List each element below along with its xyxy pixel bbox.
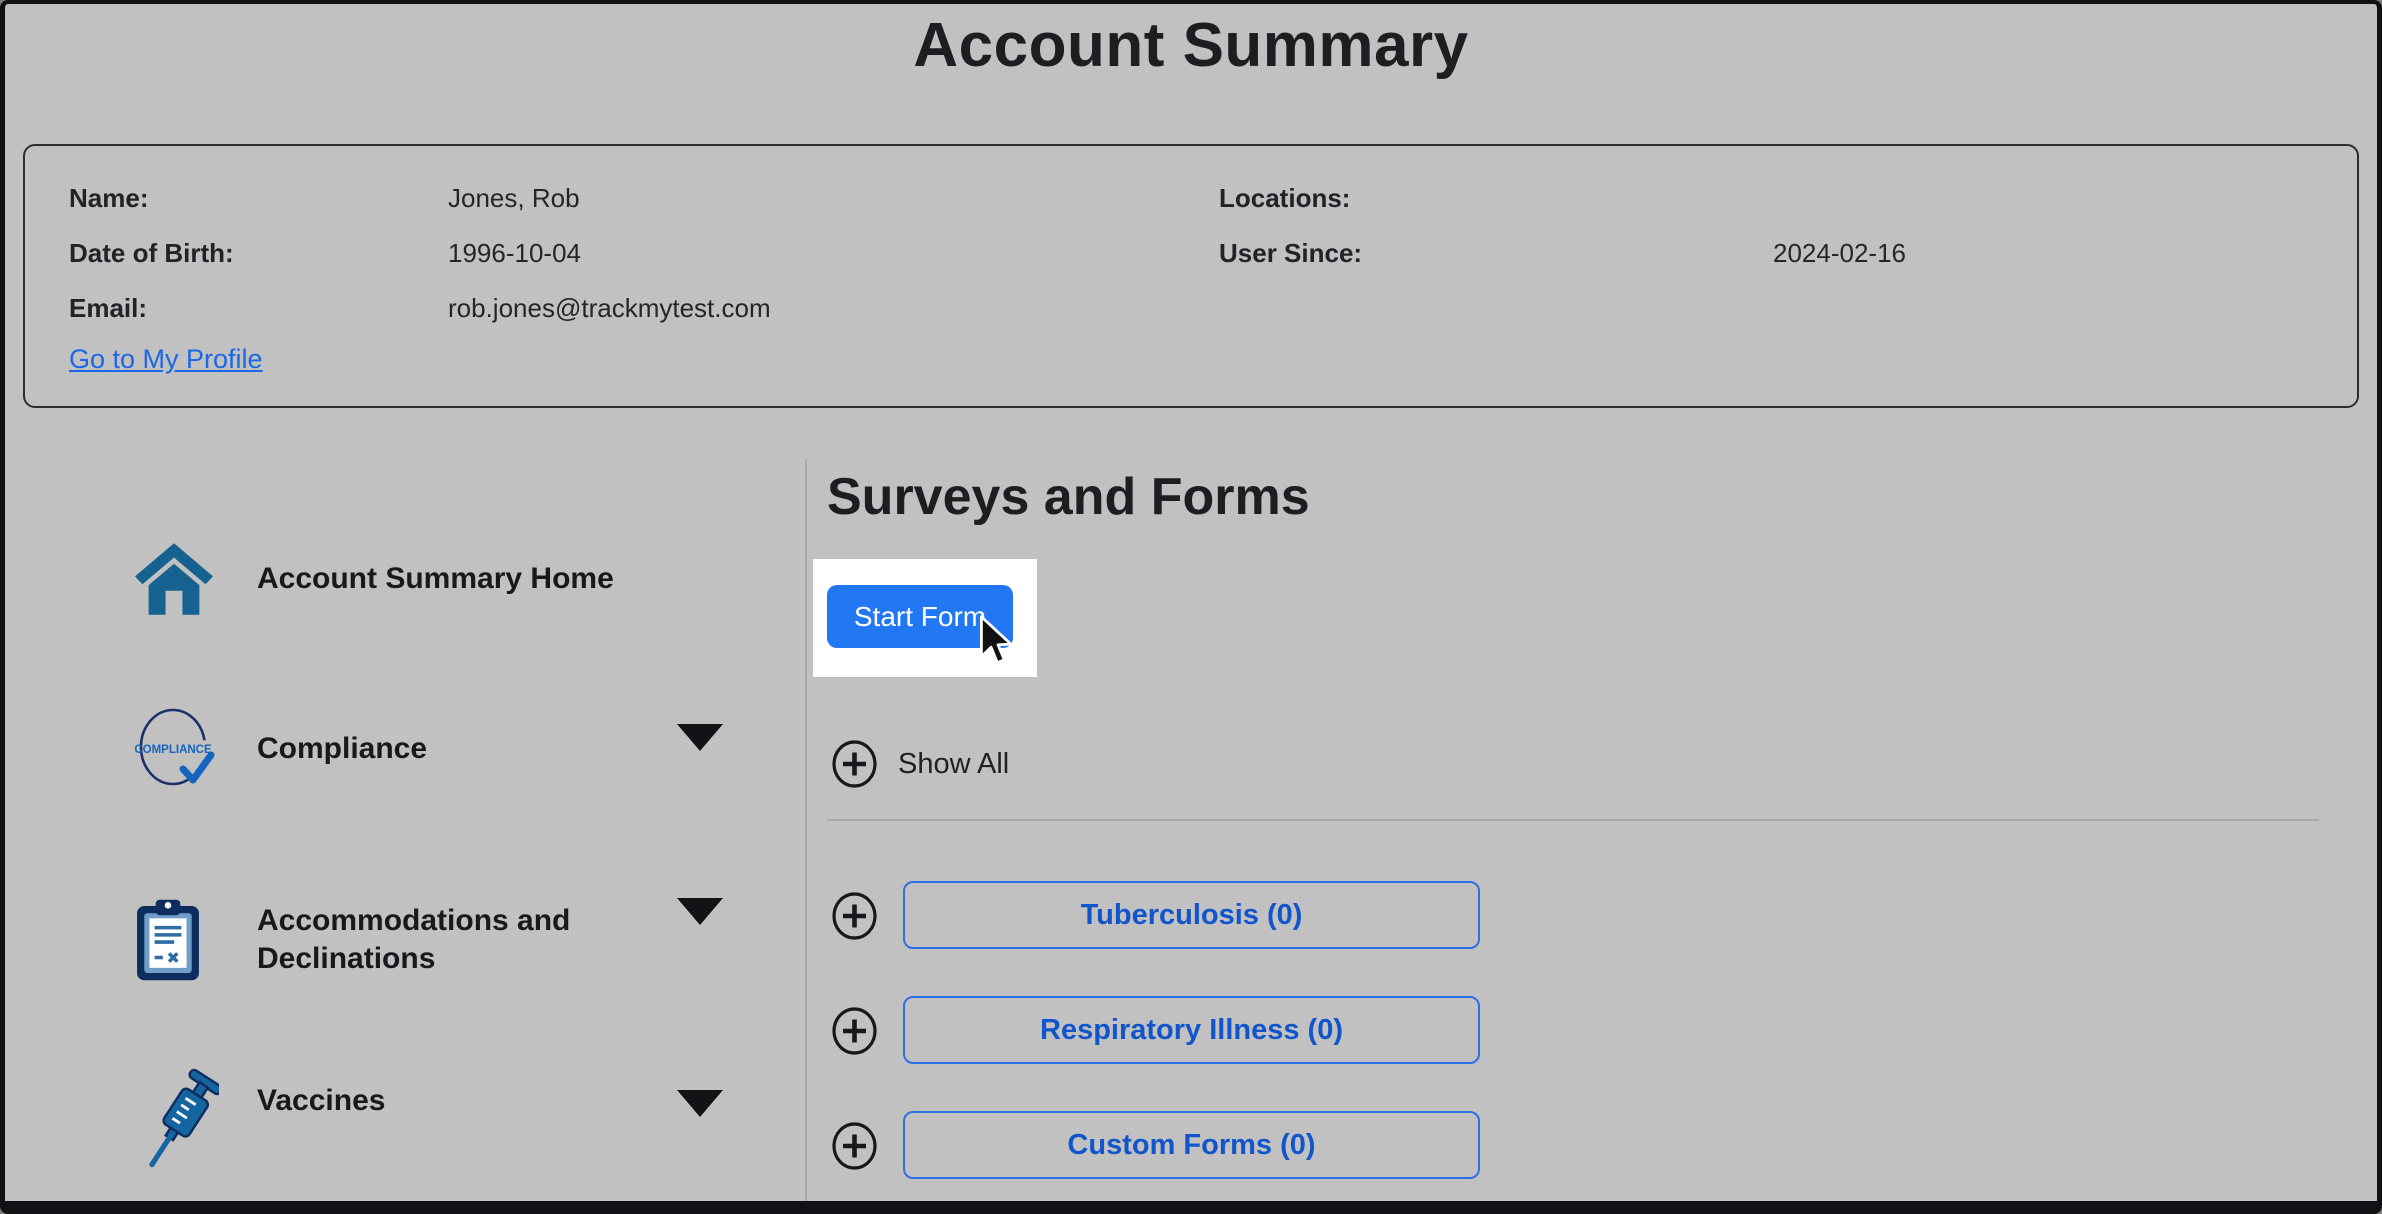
mouse-cursor-icon — [977, 615, 1017, 667]
field-email: Email: rob.jones@trackmytest.com — [69, 292, 771, 324]
sidebar-item-account-summary-home[interactable]: Account Summary Home — [135, 531, 767, 627]
field-label: Date of Birth: — [69, 237, 448, 269]
field-value: 1996-10-04 — [448, 237, 581, 269]
show-all-button[interactable]: Show All — [831, 739, 1009, 789]
respiratory-illness-button[interactable]: Respiratory Illness (0) — [903, 996, 1480, 1064]
plus-circle-icon[interactable] — [831, 891, 878, 941]
syringe-icon — [135, 1066, 257, 1188]
svg-text:COMPLIANCE: COMPLIANCE — [135, 744, 212, 756]
field-label: Locations: — [1219, 182, 1773, 214]
field-name: Name: Jones, Rob — [69, 182, 771, 214]
surveys-and-forms-panel: Surveys and Forms Start Form Show All Tu… — [805, 459, 2377, 1201]
custom-forms-button[interactable]: Custom Forms (0) — [903, 1111, 1480, 1179]
field-value: Jones, Rob — [448, 182, 580, 214]
section-divider — [827, 819, 2319, 821]
sidebar-item-vaccines[interactable]: Vaccines — [135, 1066, 767, 1188]
sidebar-item-label: Vaccines — [257, 1082, 385, 1120]
sidebar-item-compliance[interactable]: COMPLIANCE Compliance — [135, 704, 767, 794]
profile-fields-right: Locations: User Since: 2024-02-16 — [1219, 182, 1906, 292]
clipboard-icon — [135, 898, 257, 982]
plus-circle-icon[interactable] — [831, 1006, 878, 1056]
field-value: rob.jones@trackmytest.com — [448, 292, 771, 324]
start-form-highlight: Start Form — [813, 559, 1037, 677]
sidebar-item-label: Accommodations and Declinations — [257, 902, 697, 978]
profile-summary-card: Name: Jones, Rob Date of Birth: 1996-10-… — [23, 144, 2359, 408]
sidebar-item-accommodations-declinations[interactable]: Accommodations and Declinations — [135, 888, 767, 992]
section-heading: Surveys and Forms — [827, 467, 1310, 527]
sidebar-item-label: Compliance — [257, 730, 427, 768]
field-label: Name: — [69, 182, 448, 214]
go-to-my-profile-link[interactable]: Go to My Profile — [69, 344, 263, 375]
page-title: Account Summary — [5, 10, 2377, 81]
chevron-down-icon[interactable] — [677, 898, 723, 925]
plus-circle-icon[interactable] — [831, 1121, 878, 1171]
show-all-label: Show All — [898, 748, 1009, 781]
tuberculosis-button[interactable]: Tuberculosis (0) — [903, 881, 1480, 949]
chevron-down-icon[interactable] — [677, 724, 723, 751]
field-value: 2024-02-16 — [1773, 237, 1906, 269]
profile-fields-left: Name: Jones, Rob Date of Birth: 1996-10-… — [69, 182, 771, 347]
field-label: User Since: — [1219, 237, 1773, 269]
field-user-since: User Since: 2024-02-16 — [1219, 237, 1906, 269]
account-summary-page: Account Summary Name: Jones, Rob Date of… — [0, 0, 2382, 1214]
chevron-down-icon[interactable] — [677, 1090, 723, 1117]
plus-circle-icon — [831, 739, 878, 789]
compliance-badge-icon: COMPLIANCE — [135, 705, 257, 793]
home-icon — [135, 542, 257, 616]
field-label: Email: — [69, 292, 448, 324]
sidebar-item-label: Account Summary Home — [257, 560, 614, 598]
field-date-of-birth: Date of Birth: 1996-10-04 — [69, 237, 771, 269]
field-locations: Locations: — [1219, 182, 1906, 214]
